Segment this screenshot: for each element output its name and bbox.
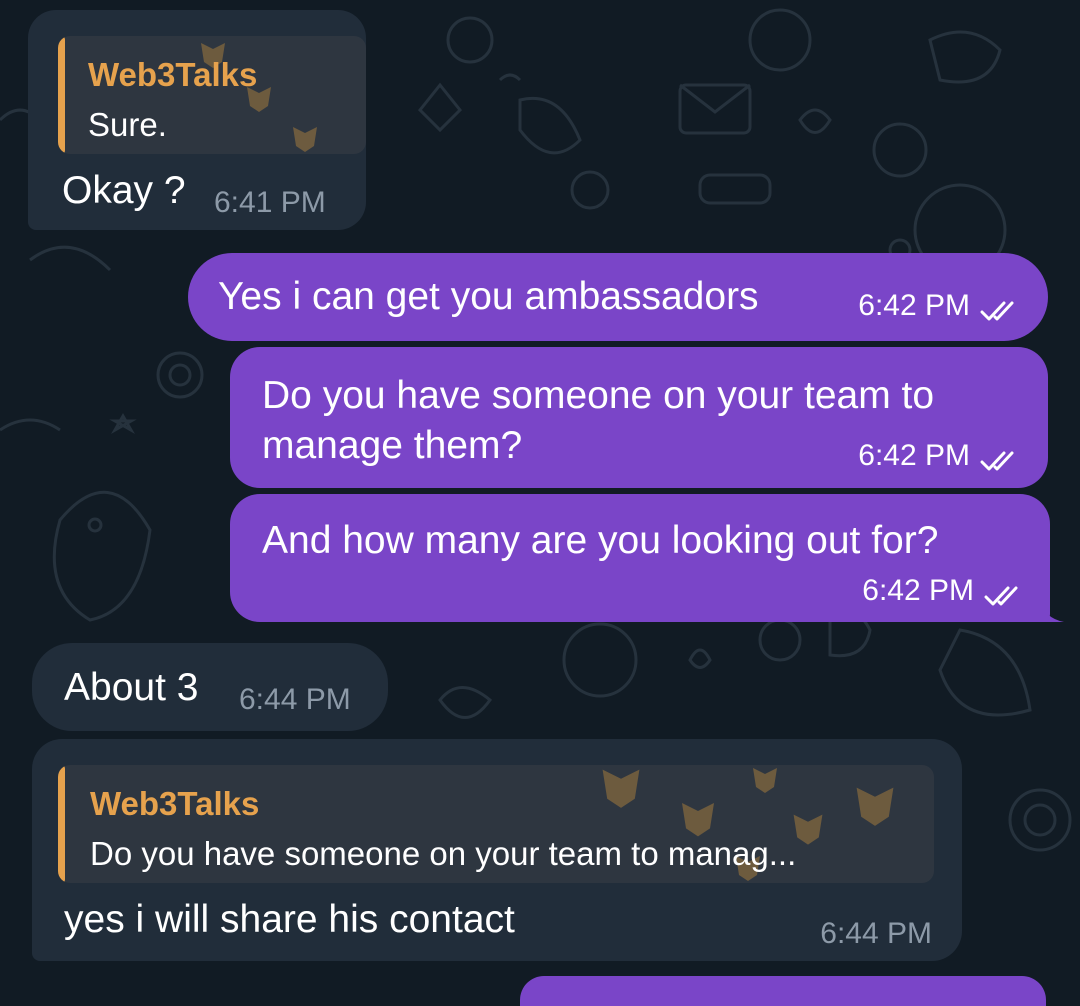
message-text: Okay ? (62, 169, 186, 212)
message-text: yes i will share his contact (64, 898, 515, 941)
reply-quote[interactable]: Web3Talks Sure. (58, 36, 366, 154)
reply-quote[interactable]: Web3Talks Do you have someone on your te… (58, 765, 934, 883)
message-bubble-incoming[interactable]: Web3Talks Do you have someone on your te… (32, 739, 962, 961)
message-meta: 6:42 PM (862, 574, 1024, 608)
autobot-emblem-icon (602, 769, 640, 808)
reply-author: Web3Talks (88, 56, 258, 93)
reply-text: Do you have someone on your team to mana… (90, 835, 797, 872)
double-check-icon (980, 451, 1014, 471)
autobot-emblem-icon (856, 787, 894, 826)
autobot-emblem-icon (682, 803, 714, 837)
message-bubble-outgoing[interactable]: Yes i can get you ambassadors 6:42 PM (188, 253, 1048, 341)
message-meta: 6:42 PM (858, 289, 1020, 323)
message-bubble-outgoing[interactable]: Do you have someone on your team to mana… (230, 347, 1048, 488)
message-text: And how many are you looking out for? (262, 519, 939, 562)
message-time: 6:42 PM (858, 289, 970, 322)
reply-accent-bar (58, 36, 65, 154)
reply-author: Web3Talks (90, 785, 260, 822)
message-meta: 6:42 PM (858, 439, 1020, 473)
message-text-line: Do you have someone on your team to (262, 374, 935, 417)
message-bubble-incoming[interactable]: Web3Talks Sure. Okay ? 6:41 PM (28, 10, 366, 230)
message-text: About 3 (64, 666, 199, 709)
bubble-tail (1040, 600, 1064, 622)
double-check-icon (980, 301, 1014, 321)
message-time: 6:44 PM (820, 917, 932, 950)
message-text: Yes i can get you ambassadors (218, 275, 759, 318)
message-bubble-outgoing-partial[interactable] (520, 976, 1046, 1006)
message-time: 6:41 PM (214, 186, 326, 219)
message-text-line: manage them? (262, 424, 523, 467)
message-time: 6:42 PM (858, 439, 970, 472)
reply-accent-bar (58, 765, 65, 883)
message-bubble-outgoing[interactable]: And how many are you looking out for? 6:… (230, 494, 1050, 622)
double-check-icon (984, 586, 1018, 606)
message-time: 6:44 PM (239, 683, 351, 716)
reply-text: Sure. (88, 106, 167, 143)
message-bubble-incoming[interactable]: About 3 6:44 PM (32, 643, 388, 731)
message-time: 6:42 PM (862, 574, 974, 607)
autobot-emblem-icon (753, 768, 777, 793)
autobot-emblem-icon (293, 127, 317, 152)
